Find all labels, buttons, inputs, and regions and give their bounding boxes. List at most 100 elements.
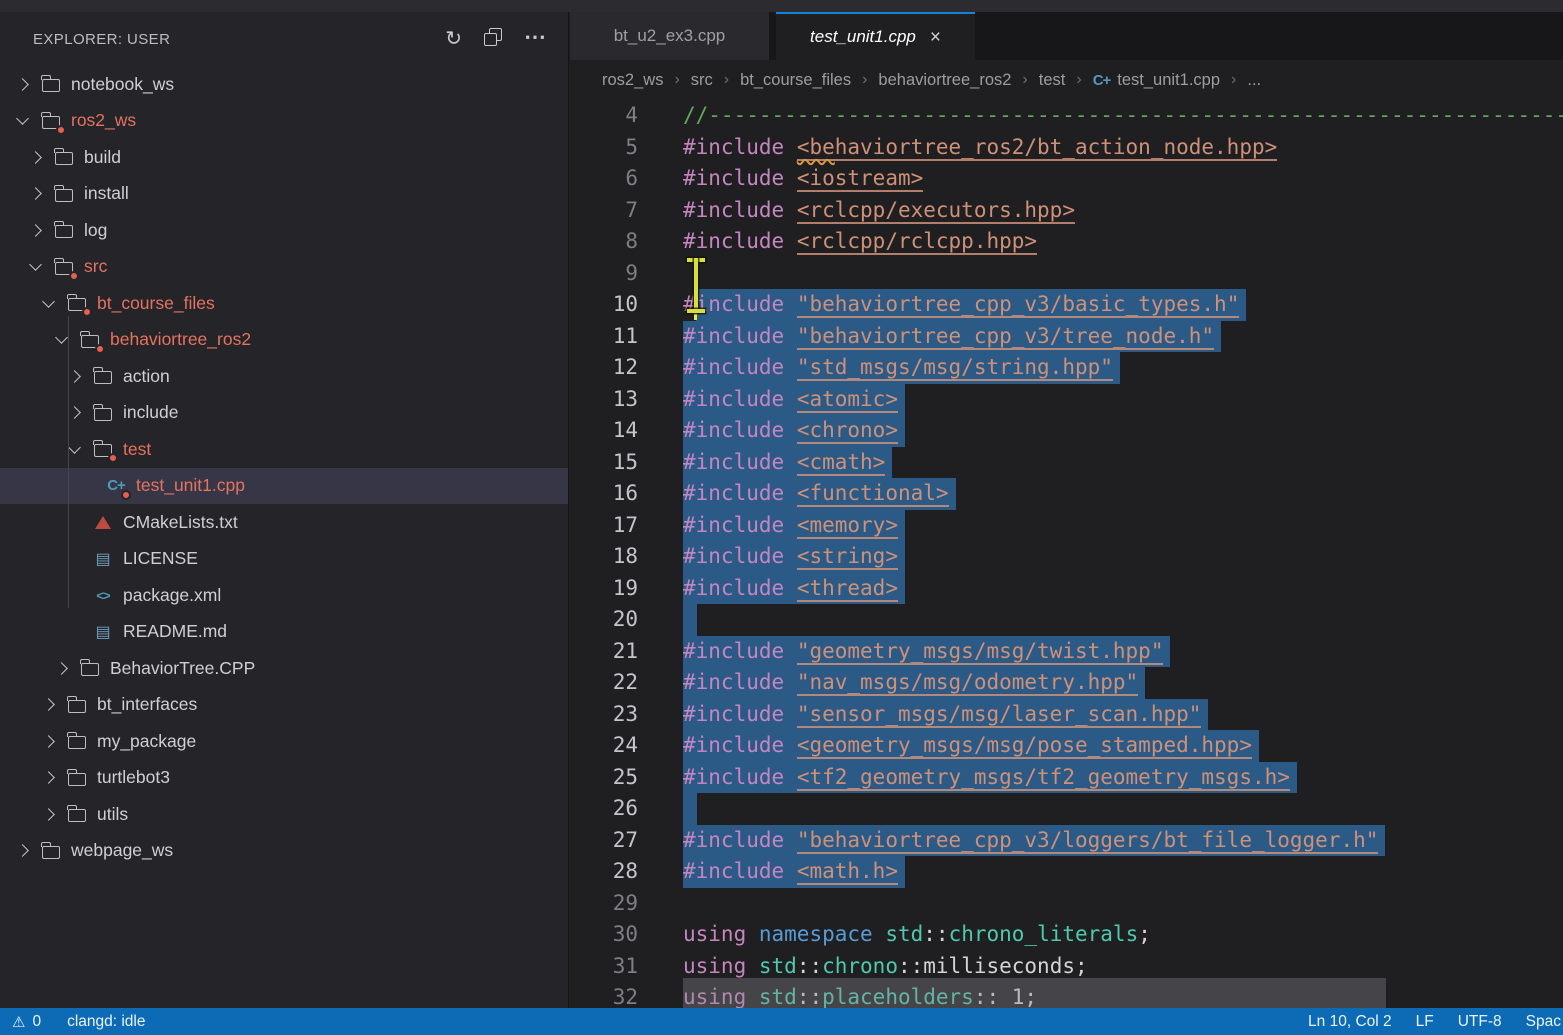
code-text bbox=[683, 796, 697, 820]
tree-item-test[interactable]: test bbox=[0, 431, 568, 468]
chevron-right-icon[interactable] bbox=[16, 78, 29, 91]
line-number[interactable]: 32 bbox=[570, 982, 638, 1008]
chevron-right-icon[interactable] bbox=[29, 151, 42, 164]
chevron-right-icon[interactable] bbox=[42, 698, 55, 711]
breadcrumb-item-...[interactable]: ... bbox=[1247, 71, 1261, 90]
chevron-right-icon[interactable] bbox=[55, 662, 68, 675]
line-number[interactable]: 23 bbox=[570, 699, 638, 731]
breadcrumb-item-src[interactable]: src bbox=[691, 71, 713, 90]
code-token bbox=[784, 355, 797, 379]
code-token: ; bbox=[1075, 954, 1088, 978]
line-number[interactable]: 8 bbox=[570, 226, 638, 258]
tab-test_unit1.cpp[interactable]: test_unit1.cpp× bbox=[776, 12, 975, 60]
line-number[interactable]: 24 bbox=[570, 730, 638, 762]
status-problems[interactable]: ⚠0 bbox=[12, 1013, 41, 1031]
status-bar: ⚠0 clangd: idle Ln 10, Col 2 LF UTF-8 Spac bbox=[0, 1008, 1563, 1035]
tree-item-label: package.xml bbox=[123, 585, 221, 606]
tree-item-package.xml[interactable]: <>package.xml bbox=[0, 577, 568, 614]
line-number[interactable]: 9 bbox=[570, 258, 638, 290]
code-token bbox=[784, 418, 797, 442]
tree-item-action[interactable]: action bbox=[0, 358, 568, 395]
line-number[interactable]: 20 bbox=[570, 604, 638, 636]
status-cursor-position[interactable]: Ln 10, Col 2 bbox=[1308, 1013, 1392, 1031]
breadcrumb-item-ros2_ws[interactable]: ros2_ws bbox=[602, 71, 663, 90]
line-number[interactable]: 25 bbox=[570, 762, 638, 794]
chevron-down-icon[interactable] bbox=[55, 331, 68, 344]
breadcrumb-item-bt_course_files[interactable]: bt_course_files bbox=[740, 71, 851, 90]
chevron-right-icon[interactable] bbox=[29, 187, 42, 200]
refresh-explorer-button[interactable]: ↻ bbox=[445, 29, 462, 50]
chevron-down-icon[interactable] bbox=[42, 295, 55, 308]
line-number[interactable]: 16 bbox=[570, 478, 638, 510]
chevron-down-icon[interactable] bbox=[68, 441, 81, 454]
line-number[interactable]: 30 bbox=[570, 919, 638, 951]
line-number[interactable]: 5 bbox=[570, 132, 638, 164]
breadcrumb-item-test[interactable]: test bbox=[1039, 71, 1066, 90]
horizontal-scrollbar[interactable] bbox=[683, 978, 1386, 1008]
tree-item-README.md[interactable]: ▤README.md bbox=[0, 614, 568, 651]
code-line: 20 bbox=[570, 604, 1563, 636]
line-number[interactable]: 12 bbox=[570, 352, 638, 384]
tree-item-build[interactable]: build bbox=[0, 139, 568, 176]
tab-bt_u2_ex3.cpp[interactable]: bt_u2_ex3.cpp bbox=[570, 12, 769, 60]
line-number[interactable]: 27 bbox=[570, 825, 638, 857]
chevron-right-icon[interactable] bbox=[42, 808, 55, 821]
tree-item-webpage_ws[interactable]: webpage_ws bbox=[0, 833, 568, 870]
line-number[interactable]: 19 bbox=[570, 573, 638, 605]
line-number[interactable]: 4 bbox=[570, 100, 638, 132]
line-number[interactable]: 21 bbox=[570, 636, 638, 668]
chevron-down-icon[interactable] bbox=[16, 112, 29, 125]
tree-item-label: CMakeLists.txt bbox=[123, 512, 238, 533]
chevron-right-icon[interactable] bbox=[16, 844, 29, 857]
tree-item-notebook_ws[interactable]: notebook_ws bbox=[0, 66, 568, 103]
tree-item-utils[interactable]: utils bbox=[0, 796, 568, 833]
tree-item-src[interactable]: src bbox=[0, 249, 568, 286]
file-icon-wrap bbox=[53, 147, 75, 167]
line-number[interactable]: 22 bbox=[570, 667, 638, 699]
code-token: #include bbox=[683, 450, 784, 474]
status-indentation-indicator[interactable]: Spac bbox=[1526, 1013, 1561, 1031]
code-text: #include "nav_msgs/msg/odometry.hpp" bbox=[683, 670, 1145, 694]
line-number[interactable]: 15 bbox=[570, 447, 638, 479]
tree-item-turtlebot3[interactable]: turtlebot3 bbox=[0, 760, 568, 797]
line-number[interactable]: 26 bbox=[570, 793, 638, 825]
tree-item-LICENSE[interactable]: ▤LICENSE bbox=[0, 541, 568, 578]
line-number[interactable]: 31 bbox=[570, 951, 638, 983]
close-icon[interactable]: × bbox=[930, 28, 941, 47]
tree-item-ros2_ws[interactable]: ros2_ws bbox=[0, 103, 568, 140]
chevron-right-icon[interactable] bbox=[42, 771, 55, 784]
line-number[interactable]: 10 bbox=[570, 289, 638, 321]
status-encoding-indicator[interactable]: UTF-8 bbox=[1458, 1013, 1502, 1031]
tree-item-test_unit1.cpp[interactable]: C+test_unit1.cpp bbox=[0, 468, 568, 505]
tree-item-CMakeLists.txt[interactable]: CMakeLists.txt bbox=[0, 504, 568, 541]
line-number[interactable]: 17 bbox=[570, 510, 638, 542]
chevron-right-icon[interactable] bbox=[68, 406, 81, 419]
line-number[interactable]: 13 bbox=[570, 384, 638, 416]
line-number[interactable]: 11 bbox=[570, 321, 638, 353]
code-editor[interactable]: 4//-------------------------------------… bbox=[570, 100, 1563, 1008]
tree-item-behaviortree_ros2[interactable]: behaviortree_ros2 bbox=[0, 322, 568, 359]
chevron-right-icon[interactable] bbox=[42, 735, 55, 748]
line-number[interactable]: 6 bbox=[570, 163, 638, 195]
line-number[interactable]: 28 bbox=[570, 856, 638, 888]
tree-item-bt_interfaces[interactable]: bt_interfaces bbox=[0, 687, 568, 724]
status-clangd-status[interactable]: clangd: idle bbox=[67, 1013, 145, 1031]
line-number[interactable]: 7 bbox=[570, 195, 638, 227]
more-actions-button[interactable]: ⋯ bbox=[524, 30, 546, 49]
breadcrumb-item-test_unit1.cpp[interactable]: C+test_unit1.cpp bbox=[1093, 71, 1220, 90]
breadcrumb-item-behaviortree_ros2[interactable]: behaviortree_ros2 bbox=[878, 71, 1011, 90]
chevron-right-icon[interactable] bbox=[29, 224, 42, 237]
tree-item-my_package[interactable]: my_package bbox=[0, 723, 568, 760]
chevron-down-icon[interactable] bbox=[29, 258, 42, 271]
tree-item-include[interactable]: include bbox=[0, 395, 568, 432]
line-number[interactable]: 18 bbox=[570, 541, 638, 573]
tree-item-BehaviorTree.CPP[interactable]: BehaviorTree.CPP bbox=[0, 650, 568, 687]
collapse-folders-button[interactable] bbox=[484, 28, 502, 51]
tree-item-log[interactable]: log bbox=[0, 212, 568, 249]
tree-item-bt_course_files[interactable]: bt_course_files bbox=[0, 285, 568, 322]
line-number[interactable]: 14 bbox=[570, 415, 638, 447]
status-eol-indicator[interactable]: LF bbox=[1416, 1013, 1434, 1031]
chevron-right-icon[interactable] bbox=[68, 370, 81, 383]
line-number[interactable]: 29 bbox=[570, 888, 638, 920]
tree-item-install[interactable]: install bbox=[0, 176, 568, 213]
